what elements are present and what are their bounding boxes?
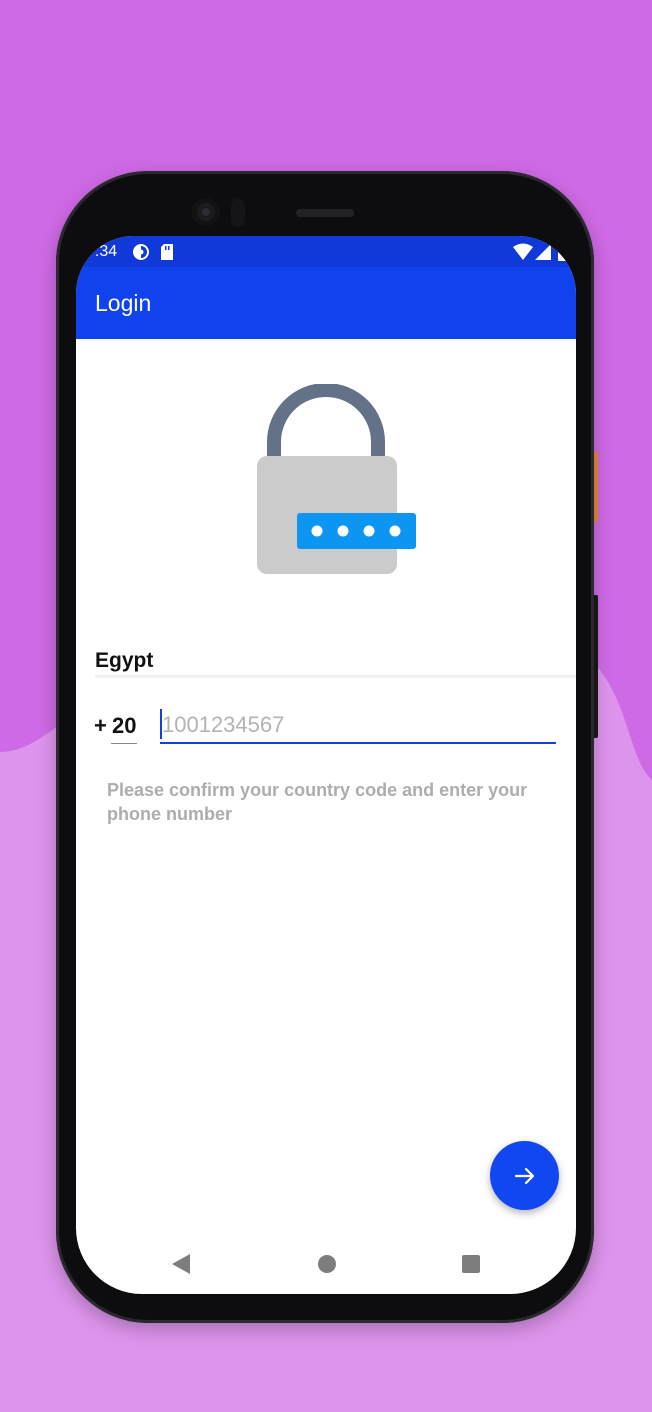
arrow-right-icon [514,1167,534,1184]
device-screen: 7:34 Login Egypt + 20 1001234567 Please … [76,236,576,1294]
proximity-sensor [231,199,245,227]
country-selector[interactable]: Egypt [95,649,153,673]
battery-icon [558,243,570,266]
front-camera [192,198,220,226]
signal-icon [534,243,552,266]
back-icon[interactable] [172,1254,190,1279]
country-divider [95,675,576,678]
earpiece-speaker [296,209,354,217]
country-code-prefix: + [94,713,107,738]
status-bar: 7:34 [76,236,576,267]
sd-card-icon [160,243,174,266]
phone-hint-text: Please confirm your country code and ent… [107,780,528,824]
recents-icon[interactable] [462,1255,480,1273]
page-title: Login [95,290,152,316]
home-icon[interactable] [318,1255,336,1273]
app-bar: Login [76,267,576,339]
country-code-underline [111,743,137,744]
wifi-icon [513,243,533,266]
phone-number-input[interactable] [160,708,556,744]
country-code-input[interactable]: 20 [112,713,138,739]
next-button[interactable] [490,1141,559,1210]
status-time: 7:34 [86,243,118,260]
data-saver-icon [132,243,150,266]
padlock-password-icon [256,383,416,584]
text-cursor [160,709,162,739]
